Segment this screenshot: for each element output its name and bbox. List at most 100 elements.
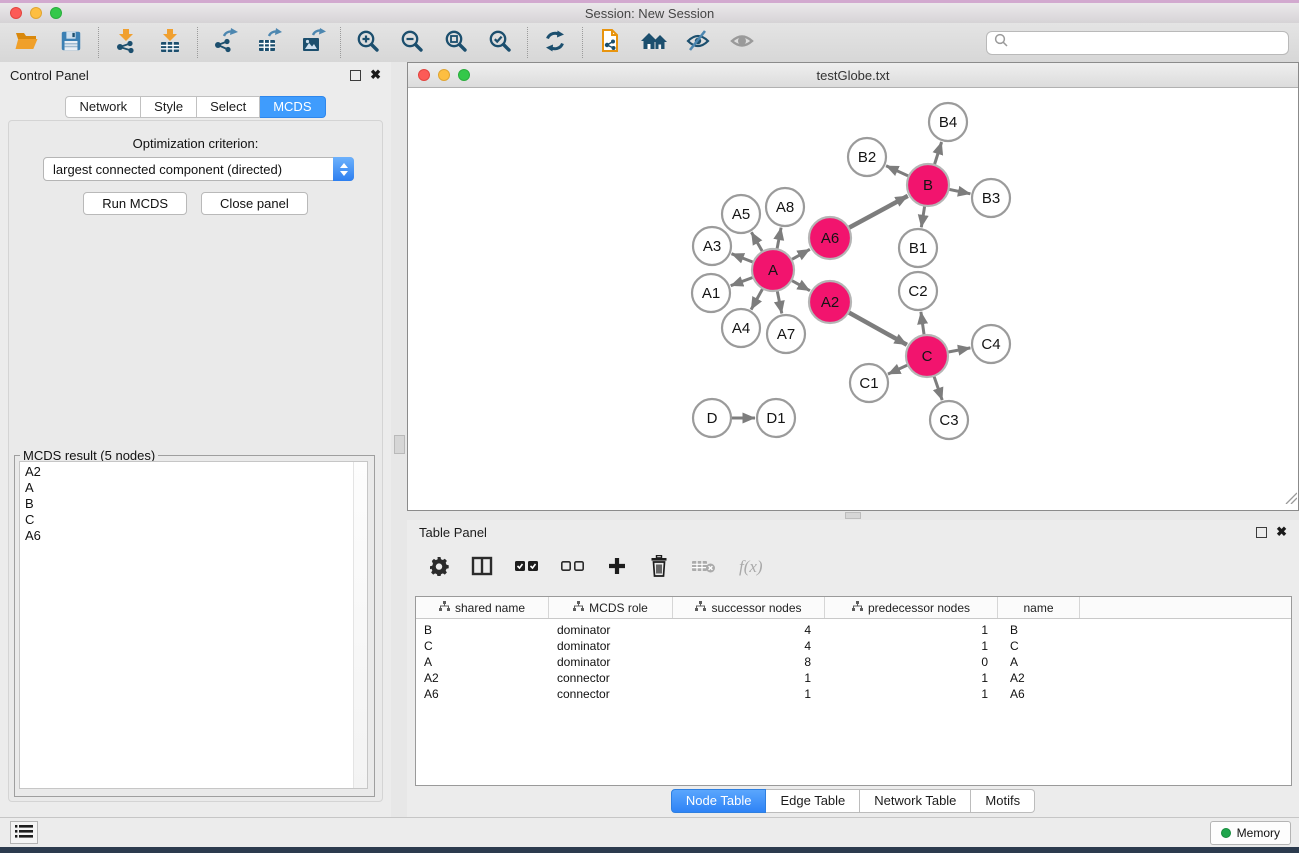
zoom-in-button[interactable] bbox=[354, 29, 382, 57]
duplicate-network-button[interactable] bbox=[596, 29, 624, 57]
network-canvas[interactable]: A A1 A2 A3 A4 A5 A6 A7 A8 B B1 B2 B3B4 C C1 C2 C3C4 D D1 bbox=[408, 88, 1298, 510]
columns-icon bbox=[471, 556, 493, 579]
panel-divider-horizontal[interactable] bbox=[407, 511, 1299, 520]
dropdown-stepper-icon[interactable] bbox=[333, 157, 354, 181]
network-node[interactable]: D1 bbox=[757, 399, 795, 437]
network-node[interactable]: A6 bbox=[809, 217, 851, 259]
network-node[interactable]: A3 bbox=[693, 227, 731, 265]
column-header-successor-nodes[interactable]: successor nodes bbox=[673, 597, 825, 618]
select-all-columns-button[interactable] bbox=[515, 559, 539, 576]
search-box[interactable] bbox=[986, 31, 1289, 55]
delete-columns-button[interactable] bbox=[649, 555, 669, 580]
close-panel-icon[interactable]: ✖ bbox=[370, 70, 381, 80]
open-session-button[interactable] bbox=[13, 29, 41, 57]
network-node[interactable]: A2 bbox=[809, 281, 851, 323]
close-panel-button[interactable]: Close panel bbox=[201, 192, 308, 215]
zoom-selected-button[interactable] bbox=[486, 29, 514, 57]
network-node[interactable]: C bbox=[906, 335, 948, 377]
show-panels-button[interactable] bbox=[10, 821, 38, 844]
network-node[interactable]: C2 bbox=[899, 272, 937, 310]
app-titlebar[interactable]: Session: New Session bbox=[0, 3, 1299, 24]
table-row[interactable]: Adominator80A bbox=[416, 654, 1291, 670]
node-table[interactable]: shared nameMCDS rolesuccessor nodesprede… bbox=[415, 596, 1292, 786]
home-button[interactable] bbox=[640, 29, 668, 57]
network-node[interactable]: A8 bbox=[766, 188, 804, 226]
tab-select[interactable]: Select bbox=[197, 96, 260, 118]
result-scrollbar[interactable] bbox=[353, 462, 367, 788]
export-table-button[interactable] bbox=[255, 29, 283, 57]
network-node[interactable]: B4 bbox=[929, 103, 967, 141]
column-header-name[interactable]: name bbox=[998, 597, 1080, 618]
save-session-button[interactable] bbox=[57, 29, 85, 57]
network-view-window: testGlobe.txt A A1 A2 A3 A4 A5 A6 A7 A8 B B1 B2 B3B4… bbox=[407, 62, 1299, 511]
network-node[interactable]: C3 bbox=[930, 401, 968, 439]
divider-handle-icon[interactable] bbox=[394, 435, 405, 454]
tab-node-table[interactable]: Node Table bbox=[671, 789, 767, 813]
panel-divider-vertical[interactable] bbox=[391, 62, 407, 818]
show-columns-button[interactable] bbox=[471, 556, 493, 579]
control-panel: Control Panel ✖ NetworkStyleSelectMCDS O… bbox=[0, 62, 391, 818]
mcds-result-item[interactable]: A2 bbox=[20, 464, 367, 480]
network-node[interactable]: C4 bbox=[972, 325, 1010, 363]
network-node[interactable]: A5 bbox=[722, 195, 760, 233]
column-header-shared-name[interactable]: shared name bbox=[416, 597, 549, 618]
mcds-result-items: A2ABCA6 bbox=[20, 462, 367, 544]
table-row[interactable]: Bdominator41B bbox=[416, 622, 1291, 638]
mcds-result-item[interactable]: A6 bbox=[20, 528, 367, 544]
list-icon bbox=[15, 824, 33, 842]
tab-network-table[interactable]: Network Table bbox=[860, 789, 971, 813]
network-node[interactable]: A1 bbox=[692, 274, 730, 312]
tab-edge-table[interactable]: Edge Table bbox=[766, 789, 860, 813]
import-network-button[interactable] bbox=[112, 29, 140, 57]
float-panel-icon[interactable] bbox=[350, 70, 361, 81]
svg-text:C1: C1 bbox=[859, 375, 878, 392]
column-type-icon bbox=[695, 601, 706, 615]
resize-grip-icon[interactable] bbox=[1284, 491, 1297, 509]
network-node[interactable]: A bbox=[752, 249, 794, 291]
tab-mcds[interactable]: MCDS bbox=[260, 96, 325, 118]
mcds-result-list[interactable]: A2ABCA6 bbox=[19, 461, 368, 789]
apply-layout-button[interactable] bbox=[541, 29, 569, 57]
create-column-button[interactable] bbox=[607, 556, 627, 579]
show-all-button[interactable] bbox=[728, 29, 756, 57]
import-table-button[interactable] bbox=[156, 29, 184, 57]
network-node[interactable]: A4 bbox=[722, 309, 760, 347]
zoom-out-button[interactable] bbox=[398, 29, 426, 57]
svg-text:A5: A5 bbox=[732, 206, 750, 223]
network-node[interactable]: B2 bbox=[848, 138, 886, 176]
tab-motifs[interactable]: Motifs bbox=[971, 789, 1035, 813]
mcds-result-item[interactable]: A bbox=[20, 480, 367, 496]
zoom-fit-button[interactable] bbox=[442, 29, 470, 57]
network-node[interactable]: A7 bbox=[767, 315, 805, 353]
mcds-result-item[interactable]: C bbox=[20, 512, 367, 528]
network-node[interactable]: B bbox=[907, 164, 949, 206]
export-network-button[interactable] bbox=[211, 29, 239, 57]
zoom-selected-icon bbox=[487, 28, 513, 57]
network-node[interactable]: C1 bbox=[850, 364, 888, 402]
memory-button[interactable]: Memory bbox=[1210, 821, 1291, 845]
table-row[interactable]: A6connector11A6 bbox=[416, 686, 1291, 702]
deselect-all-columns-button[interactable] bbox=[561, 559, 585, 576]
table-row[interactable]: Cdominator41C bbox=[416, 638, 1291, 654]
tab-style[interactable]: Style bbox=[141, 96, 197, 118]
float-panel-icon[interactable] bbox=[1256, 527, 1267, 538]
network-node[interactable]: B1 bbox=[899, 229, 937, 267]
network-window-titlebar[interactable]: testGlobe.txt bbox=[408, 63, 1298, 88]
search-input[interactable] bbox=[1013, 33, 1288, 53]
column-header-predecessor-nodes[interactable]: predecessor nodes bbox=[825, 597, 998, 618]
export-image-button[interactable] bbox=[299, 29, 327, 57]
network-node[interactable]: B3 bbox=[972, 179, 1010, 217]
network-node[interactable]: D bbox=[693, 399, 731, 437]
table-row[interactable]: A2connector11A2 bbox=[416, 670, 1291, 686]
table-settings-button[interactable] bbox=[429, 556, 449, 579]
hide-selected-button[interactable] bbox=[684, 29, 712, 57]
divider-handle-icon[interactable] bbox=[845, 512, 861, 519]
mcds-result-item[interactable]: B bbox=[20, 496, 367, 512]
column-header-MCDS-role[interactable]: MCDS role bbox=[549, 597, 673, 618]
function-builder-button[interactable]: f(x) bbox=[739, 557, 763, 577]
delete-table-button[interactable] bbox=[691, 557, 717, 578]
criterion-dropdown[interactable]: largest connected component (directed) bbox=[43, 157, 354, 181]
close-panel-icon[interactable]: ✖ bbox=[1276, 527, 1287, 537]
tab-network[interactable]: Network bbox=[65, 96, 141, 118]
run-mcds-button[interactable]: Run MCDS bbox=[83, 192, 187, 215]
